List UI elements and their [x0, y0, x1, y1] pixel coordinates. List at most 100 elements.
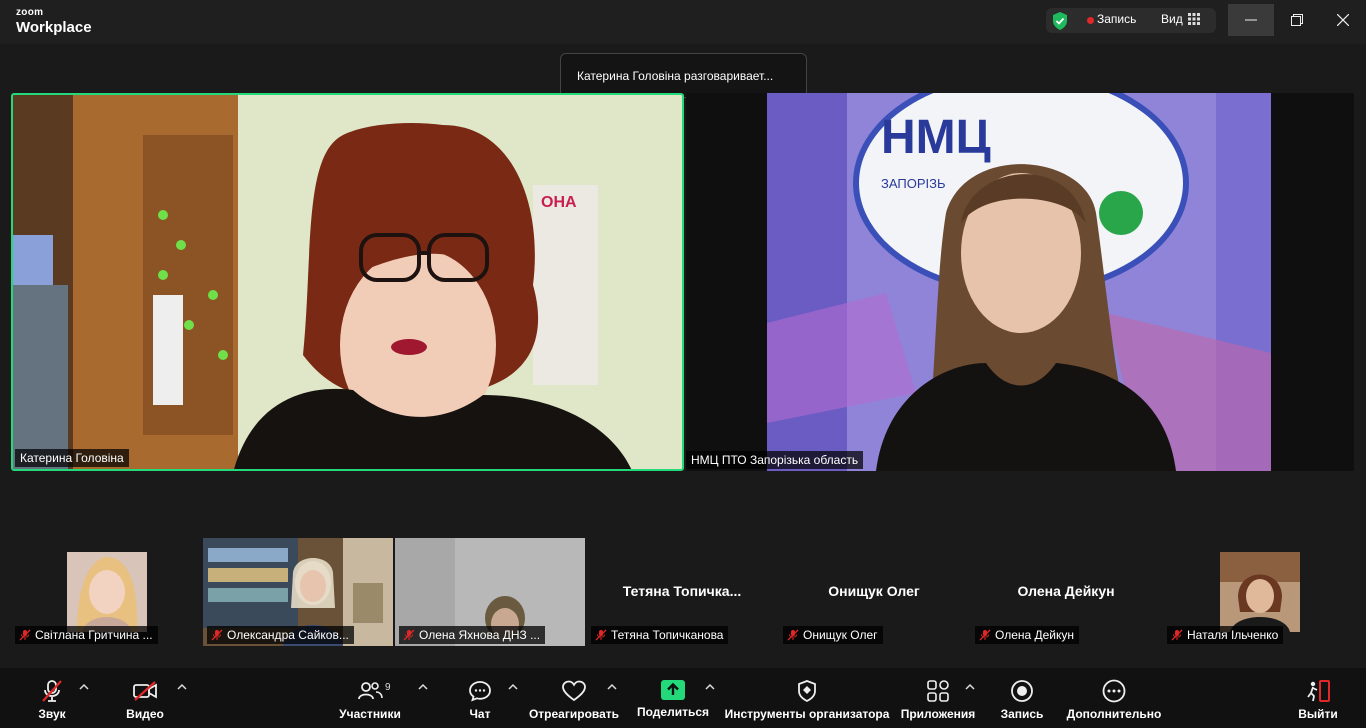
participant-name-tag: Олександра Сайков...	[207, 626, 354, 644]
participant-name: Тетяна Топичканова	[611, 628, 724, 642]
video-tile-active-speaker[interactable]: ОНА Катерина Головіна	[11, 93, 684, 471]
react-button[interactable]: Отреагировать	[528, 668, 620, 728]
host-tools-button-label: Инструменты организатора	[724, 707, 890, 721]
react-button-label: Отреагировать	[528, 707, 620, 721]
participant-display-name: Онищук Олег	[828, 583, 920, 599]
participant-name-tag: Катерина Головіна	[15, 449, 129, 467]
chevron-up-icon[interactable]	[79, 682, 89, 692]
participant-name: Онищук Олег	[803, 628, 878, 642]
muted-mic-icon	[211, 629, 223, 641]
minimize-icon	[1245, 19, 1257, 21]
close-icon	[1337, 14, 1349, 26]
muted-mic-icon	[1171, 629, 1183, 641]
participant-display-name: Олена Дейкун	[1017, 583, 1115, 599]
title-bar: zoom Workplace Запись Вид	[0, 0, 1366, 44]
video-button[interactable]: Видео	[117, 668, 173, 728]
close-button[interactable]	[1320, 4, 1366, 36]
more-button[interactable]: Дополнительно	[1066, 668, 1162, 728]
recording-dot-icon	[1087, 17, 1094, 24]
muted-mic-icon	[979, 629, 991, 641]
participant-name: Наталя Ільченко	[1187, 628, 1279, 642]
recording-status-label[interactable]: Запись	[1097, 12, 1136, 26]
svg-text:ОНА: ОНА	[541, 194, 577, 211]
app-logo: zoom Workplace	[16, 7, 92, 36]
muted-mic-icon	[19, 629, 31, 641]
record-icon	[1011, 680, 1033, 702]
svg-text:НМЦ: НМЦ	[881, 111, 991, 164]
participants-icon	[358, 682, 383, 700]
maximize-button[interactable]	[1274, 4, 1320, 36]
participant-name-tag: Онищук Олег	[783, 626, 883, 644]
participant-video: НМЦ ЗАПОРІЗЬ	[686, 93, 1354, 471]
participant-name-tag: Олена Дейкун	[975, 626, 1080, 644]
video-off-icon	[133, 681, 157, 701]
apps-button-label: Приложения	[900, 707, 976, 721]
logo-brand-large: Workplace	[16, 19, 92, 36]
participant-name-tag: Олена Яхнова ДНЗ ...	[399, 626, 546, 644]
thumbnail-tile[interactable]: Світлана Гритчина ...	[11, 538, 201, 646]
leave-button[interactable]: Выйти	[1294, 668, 1342, 728]
record-button[interactable]: Запись	[996, 668, 1048, 728]
thumbnail-tile[interactable]: Олена Дейкун Олена Дейкун	[971, 538, 1161, 646]
participant-name: Олена Яхнова ДНЗ ...	[419, 628, 541, 642]
participants-button-label: Участники	[339, 707, 401, 721]
grid-view-icon[interactable]	[1188, 13, 1200, 25]
thumbnail-tile[interactable]: Олександра Сайков...	[203, 538, 393, 646]
apps-icon	[927, 680, 949, 702]
video-button-label: Видео	[126, 707, 164, 721]
participants-button[interactable]: Участники	[336, 668, 404, 728]
chat-button-label: Чат	[469, 707, 491, 721]
chevron-up-icon[interactable]	[705, 682, 715, 692]
thumbnail-tile[interactable]: Онищук Олег Онищук Олег	[779, 538, 969, 646]
chevron-up-icon[interactable]	[965, 682, 975, 692]
restore-icon	[1291, 14, 1303, 26]
muted-mic-icon	[595, 629, 607, 641]
thumbnail-tile[interactable]: Наталя Ільченко	[1163, 538, 1353, 646]
view-button[interactable]: Вид	[1161, 12, 1183, 26]
more-button-label: Дополнительно	[1066, 707, 1162, 721]
more-icon	[1102, 679, 1126, 703]
participant-name: Олена Дейкун	[995, 628, 1075, 642]
leave-button-label: Выйти	[1298, 707, 1338, 721]
participant-name: Світлана Гритчина ...	[35, 628, 153, 642]
participant-display-name: Тетяна Топичка...	[622, 583, 742, 599]
audio-button[interactable]: Звук	[24, 668, 80, 728]
chevron-up-icon[interactable]	[177, 682, 187, 692]
shield-icon[interactable]	[1051, 11, 1069, 31]
share-screen-icon	[661, 680, 685, 700]
chat-button[interactable]: Чат	[460, 668, 500, 728]
share-button-label: Поделиться	[636, 705, 710, 719]
participant-avatar	[67, 552, 147, 632]
thumbnail-tile[interactable]: Олена Яхнова ДНЗ ...	[395, 538, 585, 646]
muted-mic-icon	[787, 629, 799, 641]
chevron-up-icon[interactable]	[508, 682, 518, 692]
video-tile-participant[interactable]: НМЦ ЗАПОРІЗЬ НМЦ ПТО Запорізька область	[686, 93, 1354, 471]
participant-avatar	[1220, 552, 1300, 632]
active-speaker-toast: Катерина Головіна разговаривает...	[560, 53, 807, 98]
heart-icon	[562, 680, 586, 702]
minimize-button[interactable]	[1228, 4, 1274, 36]
chat-icon	[469, 681, 491, 702]
thumbnail-tile[interactable]: Тетяна Топичка... Тетяна Топичканова	[587, 538, 777, 646]
audio-button-label: Звук	[38, 707, 66, 721]
svg-text:ЗАПОРІЗЬ: ЗАПОРІЗЬ	[881, 176, 946, 191]
record-button-label: Запись	[1000, 707, 1044, 721]
muted-microphone-icon	[42, 680, 62, 702]
participant-name-tag: Світлана Гритчина ...	[15, 626, 158, 644]
leave-icon	[1307, 680, 1330, 702]
participant-name-tag: Тетяна Топичканова	[591, 626, 729, 644]
muted-mic-icon	[403, 629, 415, 641]
host-tools-button[interactable]: Инструменты организатора	[724, 668, 890, 728]
logo-brand-small: zoom	[16, 7, 44, 18]
participants-count-badge: 9	[385, 682, 391, 693]
share-button[interactable]: Поделиться	[636, 668, 710, 728]
participant-name-tag: НМЦ ПТО Запорізька область	[686, 451, 864, 469]
chevron-up-icon[interactable]	[607, 682, 617, 692]
chevron-up-icon[interactable]	[418, 682, 428, 692]
participant-video: ОНА	[13, 95, 632, 469]
participant-name-tag: Наталя Ільченко	[1167, 626, 1284, 644]
apps-button[interactable]: Приложения	[898, 668, 978, 728]
participant-name: Олександра Сайков...	[227, 628, 349, 642]
meeting-toolbar: Звук Видео Участники 9 Чат Отреагировать…	[0, 668, 1366, 728]
shield-icon	[798, 680, 816, 703]
